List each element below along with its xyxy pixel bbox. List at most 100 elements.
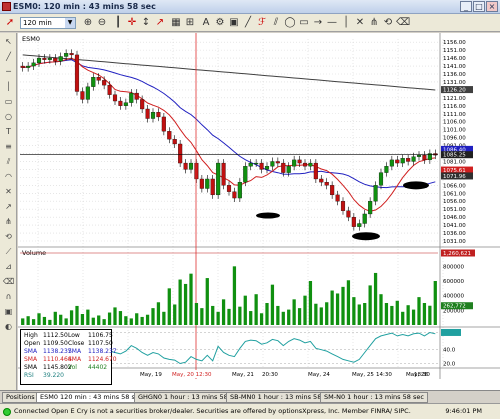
- volume-bar: [335, 293, 340, 325]
- gann-icon[interactable]: ✕: [354, 17, 366, 29]
- grid-icon[interactable]: ▦: [170, 17, 182, 29]
- price-tick-label: 1081.00: [443, 159, 466, 165]
- bars-icon[interactable]: ⊞: [184, 17, 196, 29]
- lock-icon[interactable]: ▣: [228, 17, 240, 29]
- high-key: High: [24, 332, 38, 339]
- rectangle-icon[interactable]: ▭: [298, 17, 310, 29]
- volume-bar: [97, 315, 101, 325]
- regression-tool-icon[interactable]: ⟋: [3, 246, 14, 257]
- cycle-tool-icon[interactable]: ⟲: [3, 231, 14, 242]
- hline-tool-icon[interactable]: ─: [3, 66, 14, 77]
- volume-bar: [80, 314, 85, 325]
- lock-tool-icon[interactable]: ▣: [3, 306, 14, 317]
- speed-tool-icon[interactable]: ⊿: [3, 261, 14, 272]
- drawing-toolbar: ↖ ╱ ─ │ ▭ ○ T ≡ ⫽ ◠ ✕ ↗ ⋔ ⟲ ⟋ ⊿ ⌫ ∩ ▣ ◐: [0, 33, 17, 390]
- cursor-arrow-icon[interactable]: ➚: [4, 17, 16, 29]
- channel-icon[interactable]: ⫽: [270, 17, 282, 29]
- arc-tool-icon[interactable]: ◠: [3, 171, 14, 182]
- candle-body: [243, 166, 248, 183]
- volume-bar: [433, 281, 437, 325]
- text-tool-side-icon[interactable]: T: [3, 126, 14, 137]
- channel-tool-icon[interactable]: ⫽: [3, 156, 14, 167]
- zoom-out-icon[interactable]: ⊖: [96, 17, 108, 29]
- measure-icon[interactable]: ↕: [140, 17, 152, 29]
- ellipse-icon[interactable]: ◯: [284, 17, 296, 29]
- candle-body: [384, 166, 389, 173]
- pointer-icon[interactable]: ↖: [3, 36, 14, 47]
- hline-icon[interactable]: —: [326, 17, 338, 29]
- volume-bar: [238, 306, 242, 325]
- candle-body: [275, 161, 280, 164]
- candles-icon[interactable]: ┃: [112, 17, 124, 29]
- trendline-icon[interactable]: ╱: [242, 17, 254, 29]
- volume-bar: [232, 266, 237, 325]
- fibonacci-icon[interactable]: ℱ: [256, 17, 268, 29]
- volume-bar: [363, 303, 367, 325]
- candle-body: [378, 172, 384, 186]
- line-tool-icon[interactable]: ╱: [3, 51, 14, 62]
- vline-tool-icon[interactable]: │: [3, 81, 14, 92]
- fib-tool-icon[interactable]: ≡: [3, 141, 14, 152]
- gann-tool-icon[interactable]: ✕: [3, 186, 14, 197]
- candle-body: [194, 162, 199, 180]
- candle-body: [292, 159, 297, 167]
- candle-body: [308, 162, 313, 167]
- cycle-icon[interactable]: ⟲: [382, 17, 394, 29]
- vline-icon[interactable]: │: [340, 17, 352, 29]
- pitchfork-icon[interactable]: ⋔: [368, 17, 380, 29]
- maximize-icon[interactable]: □: [473, 1, 485, 12]
- candle-body: [188, 162, 194, 170]
- candle-body: [221, 162, 226, 186]
- candle-body: [58, 56, 63, 62]
- marker-ellipse: [352, 232, 380, 241]
- candle-body: [80, 91, 85, 100]
- magnet-tool-icon[interactable]: ∩: [3, 291, 14, 302]
- volume-bar: [314, 303, 318, 325]
- eraser-icon[interactable]: ⌫: [396, 17, 410, 29]
- rect-tool-icon[interactable]: ▭: [3, 96, 14, 107]
- volume-bar: [249, 311, 253, 325]
- hide-tool-icon[interactable]: ◐: [3, 321, 14, 332]
- price-tick-label: 1051.00: [443, 207, 466, 213]
- interval-value: 120 min: [23, 19, 52, 27]
- candle-body: [406, 158, 411, 162]
- zoom-in-icon[interactable]: ⊕: [82, 17, 94, 29]
- price-tick-label: 1121.00: [443, 96, 466, 102]
- tab-esm0[interactable]: ESM0 120 min : 43 mins 58 sec: [36, 392, 147, 403]
- arrow-tool-icon[interactable]: ↗: [3, 201, 14, 212]
- sma3-key: SMA: [24, 364, 38, 371]
- candle-body: [264, 166, 270, 170]
- text-tool-icon[interactable]: A: [200, 17, 212, 29]
- tab-smn0[interactable]: SM-N0 1 hour : 13 mins 58 sec: [320, 392, 428, 403]
- date-tick-label: May, 20 12:30: [172, 372, 212, 378]
- price-badge-label: 1126.20: [443, 88, 466, 94]
- candle-body: [324, 181, 329, 186]
- volume-bar: [384, 303, 389, 325]
- volume-bar: [325, 302, 329, 325]
- erase-tool-icon[interactable]: ⌫: [3, 276, 14, 287]
- settings-icon[interactable]: ⚙: [214, 17, 226, 29]
- candle-body: [389, 159, 394, 167]
- status-clock: 9:46:01 PM: [445, 407, 482, 415]
- tab-positions[interactable]: Positions: [2, 392, 39, 403]
- candle-body: [53, 57, 58, 62]
- minimize-icon[interactable]: _: [460, 1, 472, 12]
- candle-body: [123, 102, 128, 106]
- ellipse-tool-icon[interactable]: ○: [3, 111, 14, 122]
- candle-body: [31, 62, 36, 67]
- volume-bar: [276, 305, 280, 325]
- volume-bar: [53, 311, 57, 325]
- candle-body: [335, 194, 340, 202]
- date-tick-label: May, 21: [232, 372, 254, 378]
- candle-body: [205, 178, 210, 189]
- vol-value: 44402: [88, 364, 108, 371]
- candle-body: [340, 201, 346, 211]
- interval-select[interactable]: 120 min ▼: [20, 17, 76, 29]
- volume-bar: [205, 278, 209, 325]
- crosshair-icon[interactable]: ✛: [126, 17, 138, 29]
- close-icon[interactable]: ×: [486, 1, 498, 12]
- volume-badge-label: 1,260,621: [443, 251, 471, 257]
- pitchfork-tool-icon[interactable]: ⋔: [3, 216, 14, 227]
- ray-icon[interactable]: →: [312, 17, 324, 29]
- draw-arrow-icon[interactable]: ↗: [154, 17, 166, 29]
